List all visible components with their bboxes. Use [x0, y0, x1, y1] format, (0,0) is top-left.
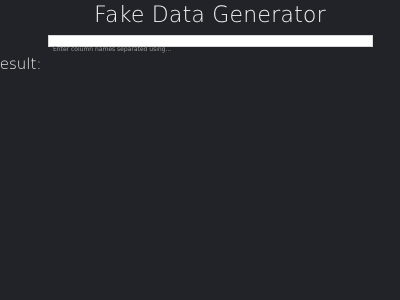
- app-window: Fake Data Generator Result:: [0, 0, 400, 300]
- page-title: Fake Data Generator: [94, 3, 326, 28]
- result-label: Result:: [0, 55, 42, 73]
- column-names-input[interactable]: [49, 44, 372, 55]
- column-names-input-container: [48, 35, 373, 55]
